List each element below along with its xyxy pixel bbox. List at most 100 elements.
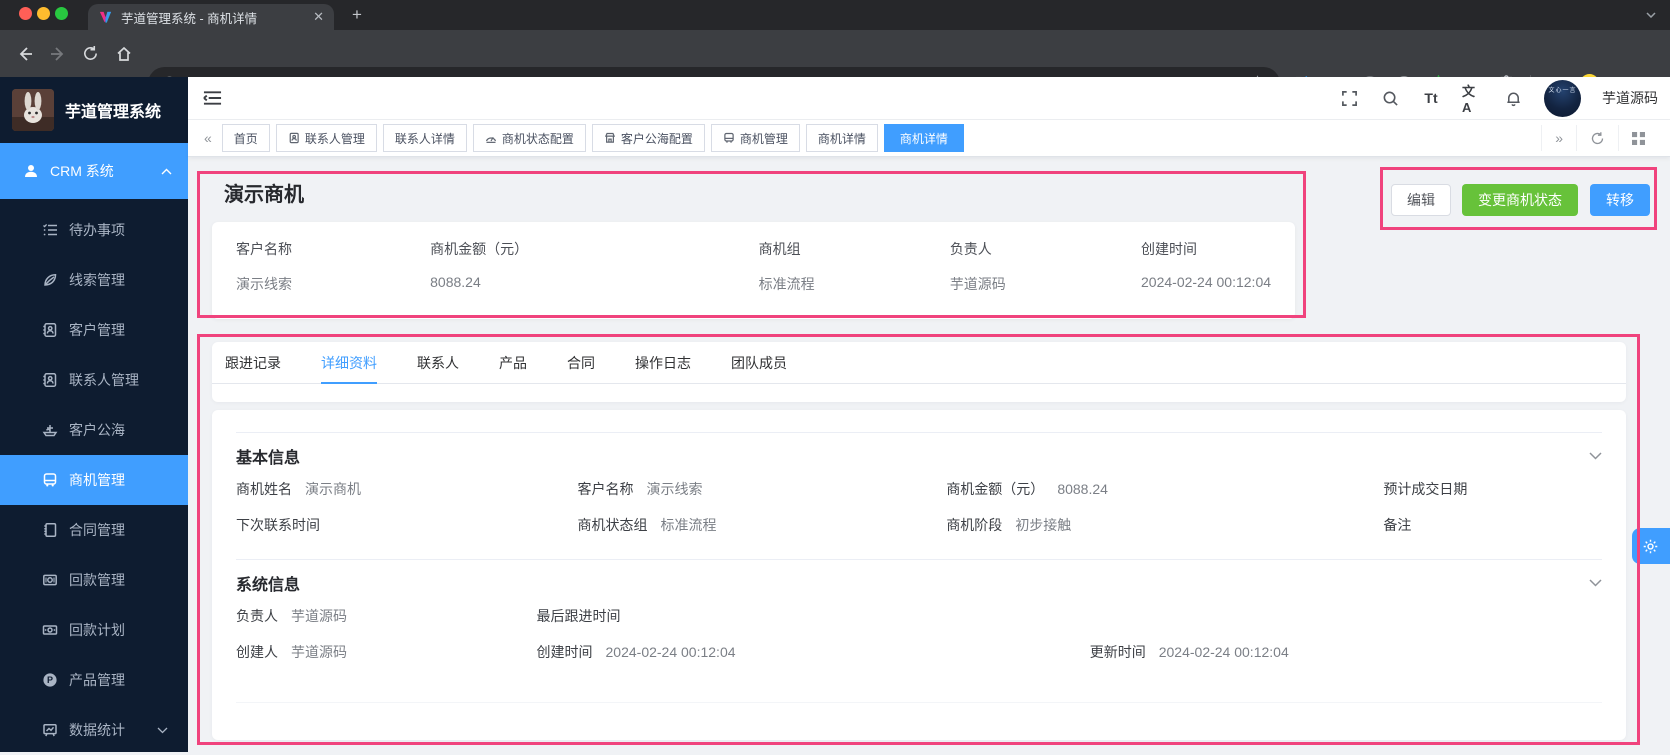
sidebar-item-business[interactable]: 商机管理 [0,455,188,505]
sidebar-item-high-seas[interactable]: 客户公海 [0,405,188,455]
layout-grid-icon[interactable] [1618,125,1658,151]
nav-tab-contact-detail[interactable]: 联系人详情 [382,124,467,152]
sidebar-item-customers[interactable]: 客户管理 [0,305,188,355]
field-label: 商机阶段 [946,517,1003,533]
user-avatar[interactable] [1544,79,1581,117]
section-title: 基本信息 [236,450,301,467]
nav-tab-home[interactable]: 首页 [221,124,270,152]
transfer-button[interactable]: 转移 [1590,184,1650,216]
sidebar-item-statistics[interactable]: 数据统计 [0,705,188,755]
translate-icon[interactable]: 文A [1462,84,1482,115]
forward-button[interactable] [47,43,68,64]
app-logo-rabbit-image [12,89,54,131]
sidebar-item-label: 线索管理 [69,272,125,288]
tab-operation-log[interactable]: 操作日志 [635,342,691,383]
new-tab-button[interactable]: + [352,4,362,26]
tab-label: 团队成员 [731,354,787,371]
field-label: 商机金额（元） [946,481,1045,497]
page-tabs-bar: « 首页 联系人管理 联系人详情 商机状态配置 客户公海配置 商机管理 商机详情… [188,120,1670,157]
summary-field-label: 商机金额（元） [430,241,529,257]
tab-contacts[interactable]: 联系人 [417,342,459,383]
user-icon [23,163,39,179]
edit-button[interactable]: 编辑 [1391,184,1451,216]
window-close-button[interactable] [19,7,32,20]
sidebar-item-leads[interactable]: 线索管理 [0,255,188,305]
sidebar-item-products[interactable]: P 产品管理 [0,655,188,705]
chevron-down-icon[interactable] [1589,579,1602,587]
sidebar-item-receivables[interactable]: 回款管理 [0,555,188,605]
bus-icon [723,132,735,144]
font-size-icon[interactable]: Tt [1421,88,1441,108]
page-title: 演示商机 [224,184,304,206]
refresh-page-icon[interactable] [1576,125,1618,151]
sidebar-item-contracts[interactable]: 合同管理 [0,505,188,555]
nav-tab-label: 联系人管理 [304,131,365,146]
bus-icon [42,472,58,488]
app-logo-row[interactable]: 芋道管理系统 [0,77,188,143]
user-name[interactable]: 芋道源码 [1602,88,1658,108]
nav-tab-business-detail[interactable]: 商机详情 [805,124,878,152]
sidebar-item-label: 客户公海 [69,422,125,438]
window-minimize-button[interactable] [37,7,50,20]
change-status-button[interactable]: 变更商机状态 [1462,184,1578,216]
summary-field-label: 商机组 [758,241,801,257]
back-button[interactable] [14,43,35,64]
field-label: 负责人 [236,608,278,624]
tab-close-icon[interactable]: ✕ [313,9,324,25]
sidebar-item-label: 联系人管理 [69,372,139,388]
field-label: 商机状态组 [577,517,648,533]
sidebar-item-todo[interactable]: 待办事项 [0,205,188,255]
browser-tab[interactable]: 芋道管理系统 - 商机详情 ✕ [88,4,334,30]
chevron-down-icon[interactable] [1589,452,1602,460]
system-info-header[interactable]: 系统信息 [236,560,1602,606]
summary-field-value: 2024-02-24 00:12:04 [1141,274,1272,290]
app-header: Tt 文A 芋道源码 [188,77,1670,120]
tab-label: 详细资料 [321,354,377,371]
nav-tab-label: 首页 [233,131,258,146]
chevron-up-icon [161,168,172,175]
field-value: 标准流程 [660,517,717,533]
browser-toolbar: 127.0.0.1/crm/business/detail/12 6 [0,30,1670,100]
sidebar-item-label: 合同管理 [69,522,125,538]
tabs-scroll-left-icon[interactable]: « [200,130,216,146]
sidebar-item-receivable-plan[interactable]: 回款计划 [0,605,188,655]
sidebar-item-label: 产品管理 [69,672,125,688]
gear-icon [1642,538,1659,555]
sidebar-item-crm[interactable]: CRM 系统 [0,143,188,199]
tab-products[interactable]: 产品 [499,342,527,383]
menu-fold-icon[interactable] [203,90,222,106]
window-maximize-button[interactable] [55,7,68,20]
fullscreen-icon[interactable] [1339,88,1359,108]
field-label: 更新时间 [1089,644,1146,660]
tab-label: 跟进记录 [225,354,281,371]
tab-team-members[interactable]: 团队成员 [731,342,787,383]
basic-info-section: 基本信息 商机姓名 演示商机 客户名称 演示线索 商机金额（元） 8088.24 预计… [236,432,1602,535]
tabs-scroll-right-icon[interactable]: » [1541,125,1576,151]
nav-tab-high-seas-config[interactable]: 客户公海配置 [591,124,705,152]
system-info-row: 负责人 芋道源码 最后跟进时间 [236,606,1602,626]
nav-tab-business-detail-active[interactable]: 商机详情 [883,124,964,152]
nav-tab-contact-mgmt[interactable]: 联系人管理 [275,124,377,152]
basic-info-row: 商机姓名 演示商机 客户名称 演示线索 商机金额（元） 8088.24 预计成交日期 [236,479,1602,499]
tab-detail-info[interactable]: 详细资料 [321,342,377,384]
sidebar-item-label: CRM 系统 [50,163,114,179]
window-chevron-icon[interactable] [1641,5,1661,25]
home-button[interactable] [113,43,134,64]
nav-tab-label: 商机详情 [817,131,866,146]
summary-field-value: 8088.24 [430,274,481,290]
notification-bell-icon[interactable] [1503,88,1523,108]
tab-follow-records[interactable]: 跟进记录 [225,342,281,383]
nav-tab-business-mgmt[interactable]: 商机管理 [710,124,800,152]
sidebar-item-contacts[interactable]: 联系人管理 [0,355,188,405]
search-icon[interactable] [1380,88,1400,108]
tab-contracts[interactable]: 合同 [567,342,595,383]
field-value: 演示线索 [646,481,703,497]
theme-settings-button[interactable] [1632,528,1670,564]
field-label: 商机姓名 [236,481,292,497]
basic-info-header[interactable]: 基本信息 [236,433,1602,479]
product-p-icon: P [42,672,58,688]
reload-button[interactable] [80,43,101,64]
contact-book-icon [42,322,58,338]
detail-tabs-row: 跟进记录 详细资料 联系人 产品 合同 操作日志 团队成员 [212,342,1626,384]
nav-tab-business-status-config[interactable]: 商机状态配置 [472,124,586,152]
